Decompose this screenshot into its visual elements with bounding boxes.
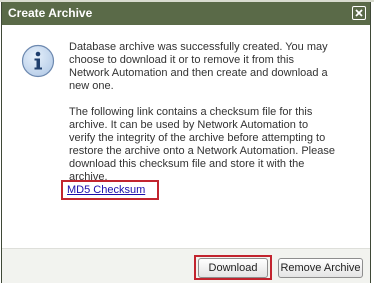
close-icon (355, 9, 363, 17)
download-button[interactable]: Download (198, 258, 268, 278)
remove-archive-button[interactable]: Remove Archive (278, 258, 363, 278)
dialog-titlebar[interactable]: Create Archive (2, 2, 370, 25)
message-paragraph-1: Database archive was successfully create… (69, 41, 328, 92)
message-text: Database archive was successfully create… (69, 41, 359, 184)
create-archive-dialog: Create Archive Database archive was succ… (1, 2, 371, 283)
close-button[interactable] (352, 6, 366, 20)
info-icon (21, 44, 55, 78)
dialog-title: Create Archive (8, 6, 93, 20)
md5-checksum-link[interactable]: MD5 Checksum (67, 184, 145, 197)
message-paragraph-2: The following link contains a checksum f… (69, 106, 335, 183)
dialog-content: Database archive was successfully create… (2, 25, 370, 248)
